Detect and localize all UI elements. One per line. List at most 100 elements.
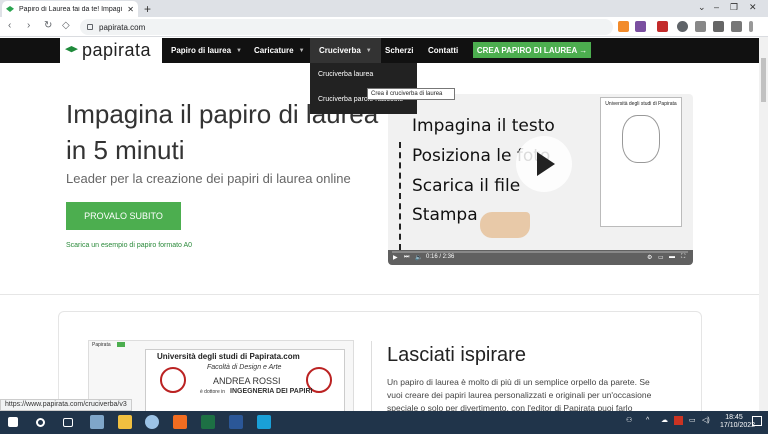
caret-down-icon: ▼	[236, 47, 242, 54]
minimize-icon[interactable]: –	[714, 2, 719, 12]
clock[interactable]: 18:45 17/10/2022	[720, 414, 756, 430]
new-tab-icon[interactable]: +	[144, 2, 151, 16]
close-window-icon[interactable]: ✕	[749, 2, 757, 13]
vertical-separator	[371, 341, 372, 411]
theater-icon[interactable]: ▬	[669, 254, 675, 260]
network-icon[interactable]: ▭	[689, 417, 696, 425]
menu-icon[interactable]	[749, 21, 753, 32]
browser-tab-strip: Papiro di Laurea fai da te! Impagi ✕ + ⌄…	[0, 0, 768, 17]
dropdown-item-laurea[interactable]: Cruciverba laurea	[318, 71, 373, 78]
task-view-icon[interactable]	[63, 418, 73, 427]
next-icon[interactable]: ⏭	[404, 254, 409, 261]
people-icon[interactable]: ⚇	[626, 417, 632, 425]
download-example-link[interactable]: Scarica un esempio di papiro formato A0	[66, 242, 192, 249]
file-icon[interactable]	[90, 415, 104, 429]
video-caption: Stampa	[412, 205, 478, 225]
close-tab-icon[interactable]: ✕	[127, 5, 134, 14]
status-bar-url: https://www.papirata.com/cruciverba/v3	[0, 399, 132, 411]
url-text: papirata.com	[99, 22, 146, 32]
university-seal-left	[160, 367, 186, 393]
clock-time: 18:45	[725, 414, 743, 421]
site-header: papirata Papiro di laurea ▼ Caricature ▼ C…	[0, 38, 768, 63]
create-papiro-button[interactable]: CREA PAPIRO DI LAUREA →	[473, 42, 591, 58]
puzzle-icon[interactable]	[677, 21, 688, 32]
sidebar-icon[interactable]	[713, 21, 724, 32]
browser-tab[interactable]: Papiro di Laurea fai da te! Impagi ✕	[2, 1, 138, 17]
maximize-icon[interactable]: ❐	[730, 2, 738, 13]
miniplayer-icon[interactable]: ▭	[658, 254, 664, 261]
video-caption: Scarica il file	[412, 176, 521, 196]
nav-cruciverba[interactable]: Cruciverba ▼	[310, 38, 381, 63]
search-icon[interactable]	[36, 418, 45, 427]
clock-date: 17/10/2022	[720, 422, 756, 429]
onedrive-icon[interactable]: ☁	[661, 417, 668, 425]
brave-shield-icon[interactable]	[618, 21, 629, 32]
play-icon[interactable]	[516, 136, 572, 192]
folder-icon[interactable]	[118, 415, 132, 429]
try-now-button[interactable]: PROVALO SUBITO	[66, 202, 181, 230]
poster-title: Università degli studi di Papirata	[605, 101, 677, 107]
rewards-icon[interactable]	[635, 21, 646, 32]
reload-icon[interactable]: ↻	[44, 20, 52, 31]
section-divider	[0, 294, 768, 295]
section-title: Lasciati ispirare	[387, 344, 526, 366]
section-body-line: Un papiro di laurea è molto di più di un…	[387, 377, 650, 387]
nav-label: Papiro di laurea	[171, 46, 232, 55]
preview-name: ANDREA ROSSI	[213, 376, 281, 386]
tooltip: Crea il cruciverba di laurea	[367, 88, 455, 100]
chevron-down-icon[interactable]: ⌄	[698, 2, 706, 13]
forward-icon[interactable]: ›	[27, 20, 30, 31]
section-body: Un papiro di laurea è molto di più di un…	[387, 376, 672, 415]
hero-subtitle: Leader per la creazione dei papiri di la…	[66, 171, 351, 186]
scrollbar-thumb[interactable]	[761, 58, 766, 102]
windows-taskbar: ⚇ ^ ☁ ▭ ◁) 18:45 17/10/2022	[0, 411, 768, 434]
preview-degree-prefix: è dottore in	[200, 389, 226, 395]
volume-icon[interactable]: 🔈	[415, 254, 422, 261]
dashed-arrow	[399, 142, 401, 250]
poster-thumbnail: Università degli studi di Papirata	[600, 97, 682, 227]
fullscreen-icon[interactable]: ⛶	[681, 254, 685, 261]
nav-label: Cruciverba	[319, 46, 361, 55]
nav-papiro[interactable]: Papiro di laurea ▼	[171, 38, 242, 63]
graduation-cap-icon	[65, 46, 78, 53]
settings-icon[interactable]	[695, 21, 706, 32]
excel-icon[interactable]	[201, 415, 215, 429]
browser-toolbar: ‹ › ↻ ◇ papirata.com	[0, 17, 768, 37]
chevron-up-icon[interactable]: ^	[646, 417, 649, 425]
preview-faculty: Facoltà di Design e Arte	[207, 364, 282, 371]
paint-icon[interactable]	[145, 415, 159, 429]
hand-image	[480, 212, 530, 238]
graduation-cap-icon	[6, 6, 14, 12]
nav-contatti[interactable]: Contatti	[428, 38, 458, 63]
nav-scherzi[interactable]: Scherzi	[385, 38, 413, 63]
tab-title: Papiro di Laurea fai da te! Impagi	[19, 5, 123, 13]
video-caption: Impagina il testo	[412, 116, 555, 136]
caret-down-icon: ▼	[365, 47, 372, 54]
section-body-line: vuoi creare dei papiri laurea personaliz…	[387, 390, 652, 400]
settings-icon[interactable]: ⚙	[647, 254, 652, 261]
bookmark-icon[interactable]: ◇	[62, 20, 70, 31]
windows-start-icon[interactable]	[8, 417, 18, 427]
logo-text: papirata	[82, 40, 152, 60]
editor-app-name: Papirata	[92, 342, 111, 348]
hero-title-line: in 5 minuti	[66, 135, 185, 165]
skype-icon[interactable]	[257, 415, 271, 429]
word-icon[interactable]	[229, 415, 243, 429]
wallet-icon[interactable]	[731, 21, 742, 32]
nav-label: Scherzi	[385, 46, 414, 55]
progress-bar[interactable]	[392, 251, 688, 253]
editor-green-tag	[117, 342, 125, 347]
extension-red-icon[interactable]	[657, 21, 668, 32]
antivirus-icon[interactable]	[674, 416, 683, 425]
volume-icon[interactable]: ◁)	[702, 417, 710, 425]
brave-browser-icon[interactable]	[173, 415, 187, 429]
notification-icon[interactable]	[752, 416, 762, 426]
back-icon[interactable]: ‹	[8, 20, 11, 31]
preview-degree: INGEGNERIA DEI PAPIRI	[230, 388, 313, 395]
play-small-icon[interactable]: ▶	[393, 254, 398, 261]
address-bar[interactable]: papirata.com	[80, 19, 613, 35]
lock-icon	[87, 24, 93, 30]
nav-caricature[interactable]: Caricature ▼	[254, 38, 305, 63]
video-player[interactable]: Impagina il testo Posiziona le foto Scar…	[388, 94, 693, 265]
site-logo[interactable]: papirata	[60, 38, 162, 63]
